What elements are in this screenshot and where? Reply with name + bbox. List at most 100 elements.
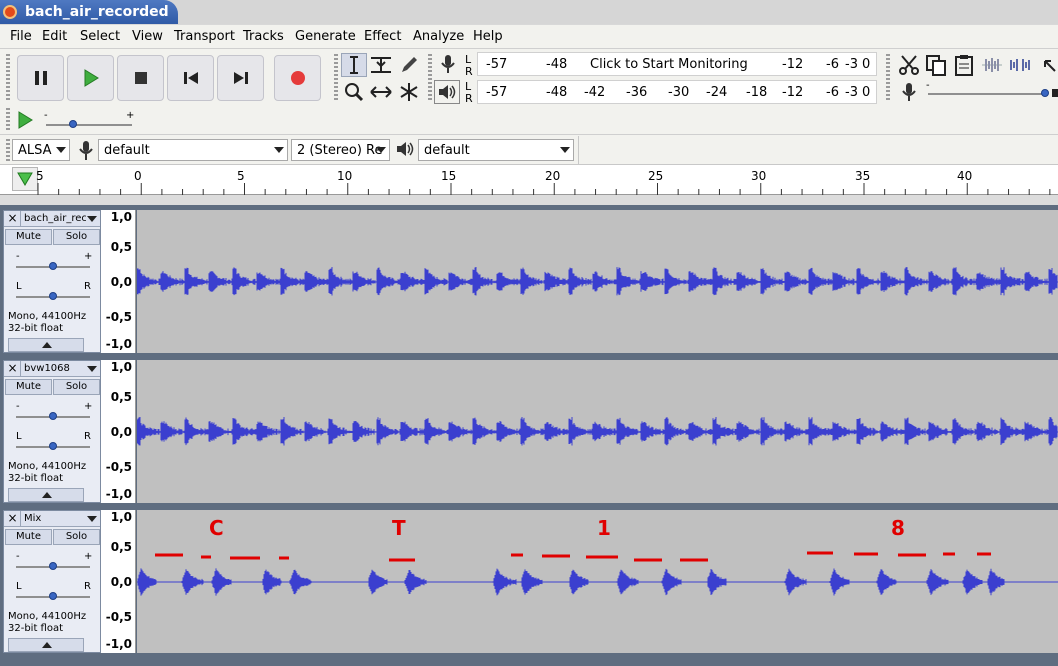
close-track-button[interactable]: × [5, 211, 21, 226]
paste-button[interactable] [951, 52, 977, 78]
trim-button[interactable] [979, 52, 1005, 78]
menu-generate[interactable]: Generate [295, 29, 356, 44]
undo-button[interactable] [1040, 52, 1058, 78]
track-name[interactable]: Mix [24, 511, 86, 526]
close-track-button[interactable]: × [5, 361, 21, 376]
timeline-ruler[interactable]: 5 0 5 10 15 20 25 30 35 40 [0, 165, 1058, 195]
start-monitoring-prompt[interactable]: Click to Start Monitoring [590, 57, 748, 72]
menu-transport[interactable]: Transport [174, 29, 235, 44]
chevron-down-icon[interactable] [87, 366, 97, 372]
recording-device-select[interactable]: default [98, 139, 288, 161]
track-control-panel[interactable]: × Mix Mute Solo - + L R Mono, 44100Hz 32… [3, 510, 101, 653]
track-name[interactable]: bvw1068 [24, 361, 86, 376]
selection-tool-button[interactable] [341, 53, 367, 77]
menu-effect[interactable]: Effect [364, 29, 401, 44]
menu-edit[interactable]: Edit [42, 29, 67, 44]
gain-slider[interactable] [16, 412, 90, 420]
meter-tick: -12 [782, 57, 804, 72]
toolbar-grip[interactable] [428, 54, 432, 102]
pause-button[interactable] [17, 55, 64, 101]
zoom-tool-button[interactable] [341, 80, 367, 104]
magnifier-icon [345, 83, 364, 102]
timeshift-tool-button[interactable] [368, 80, 394, 104]
play-at-speed-button[interactable] [12, 108, 38, 132]
meter-tick: -57 [486, 85, 508, 100]
toolbar-grip[interactable] [6, 54, 10, 102]
envelope-tool-button[interactable] [368, 53, 394, 77]
solo-button[interactable]: Solo [53, 229, 100, 245]
play-speed-slider[interactable] [46, 120, 132, 128]
speaker-icon [397, 142, 414, 156]
copy-button[interactable] [923, 52, 949, 78]
collapse-track-button[interactable] [8, 488, 84, 502]
skip-start-button[interactable] [167, 55, 214, 101]
record-meter-button[interactable] [435, 52, 461, 76]
solo-button[interactable]: Solo [53, 529, 100, 545]
record-meter[interactable]: -57 -48 Click to Start Monitoring -12 -6… [477, 52, 877, 76]
amplitude-ruler: 1,0 0,5 0,0 -0,5 -1,0 [101, 360, 136, 503]
toolbar-grip[interactable] [6, 139, 10, 161]
playback-device-select[interactable]: default [418, 139, 574, 161]
menu-analyze[interactable]: Analyze [413, 29, 464, 44]
track-control-panel[interactable]: × bvw1068 Mute Solo - + L R Mono, 44100H… [3, 360, 101, 503]
track-name-bar[interactable]: × Mix [4, 511, 100, 527]
menu-file[interactable]: File [10, 29, 32, 44]
cut-button[interactable] [896, 52, 922, 78]
clipboard-icon [955, 55, 973, 76]
menu-help[interactable]: Help [473, 29, 503, 44]
chevron-down-icon[interactable] [87, 516, 97, 522]
track-name[interactable]: bach_air_rec [24, 211, 86, 226]
playback-meter-button[interactable] [434, 80, 460, 104]
gain-slider[interactable] [16, 562, 90, 570]
pan-knob[interactable] [49, 442, 57, 450]
pan-knob[interactable] [49, 592, 57, 600]
mute-button[interactable]: Mute [5, 229, 52, 245]
play-speed-knob[interactable] [69, 120, 77, 128]
pan-slider[interactable] [16, 442, 90, 450]
toolbar-grip[interactable] [6, 108, 10, 132]
stop-button[interactable] [117, 55, 164, 101]
menu-tracks[interactable]: Tracks [243, 29, 284, 44]
collapse-track-button[interactable] [8, 638, 84, 652]
chevron-down-icon[interactable] [87, 216, 97, 222]
recording-volume-slider[interactable] [928, 89, 1049, 97]
menu-select[interactable]: Select [80, 29, 120, 44]
record-icon [290, 71, 305, 85]
playback-meter[interactable]: -57 -48 -42 -36 -30 -24 -18 -12 -6 -3 0 [477, 80, 877, 104]
play-meter-left-label: L [465, 80, 472, 93]
mute-button[interactable]: Mute [5, 379, 52, 395]
waveform-display[interactable] [136, 360, 1058, 503]
multi-tool-button[interactable] [396, 80, 422, 104]
waveform-display[interactable] [136, 210, 1058, 353]
solo-button[interactable]: Solo [53, 379, 100, 395]
gain-knob[interactable] [49, 262, 57, 270]
play-button[interactable] [67, 55, 114, 101]
silence-button[interactable] [1007, 52, 1033, 78]
collapse-track-button[interactable] [8, 338, 84, 352]
audio-host-select[interactable]: ALSA [12, 139, 70, 161]
recording-channels-select[interactable]: 2 (Stereo) Re [291, 139, 390, 161]
gain-knob[interactable] [49, 412, 57, 420]
toolbar-grip[interactable] [334, 54, 338, 102]
waveform-display[interactable]: C T 1 8 [136, 510, 1058, 653]
track-control-panel[interactable]: × bach_air_rec Mute Solo - + L R Mono, 4… [3, 210, 101, 353]
gain-knob[interactable] [49, 562, 57, 570]
toolbar-grip[interactable] [886, 54, 890, 102]
close-track-button[interactable]: × [5, 511, 21, 526]
annotation-letter: T [392, 516, 406, 540]
recording-volume-knob[interactable] [1041, 89, 1049, 97]
pan-knob[interactable] [49, 292, 57, 300]
gain-slider[interactable] [16, 262, 90, 270]
pan-slider[interactable] [16, 592, 90, 600]
record-button[interactable] [274, 55, 321, 101]
skip-end-button[interactable] [217, 55, 264, 101]
mute-button[interactable]: Mute [5, 529, 52, 545]
draw-tool-button[interactable] [396, 53, 422, 77]
pan-right-label: R [84, 281, 91, 292]
playback-device-value: default [424, 143, 470, 158]
menu-view[interactable]: View [132, 29, 163, 44]
pan-slider[interactable] [16, 292, 90, 300]
track-format-info: Mono, 44100Hz [8, 311, 87, 322]
track-name-bar[interactable]: × bvw1068 [4, 361, 100, 377]
track-name-bar[interactable]: × bach_air_rec [4, 211, 100, 227]
